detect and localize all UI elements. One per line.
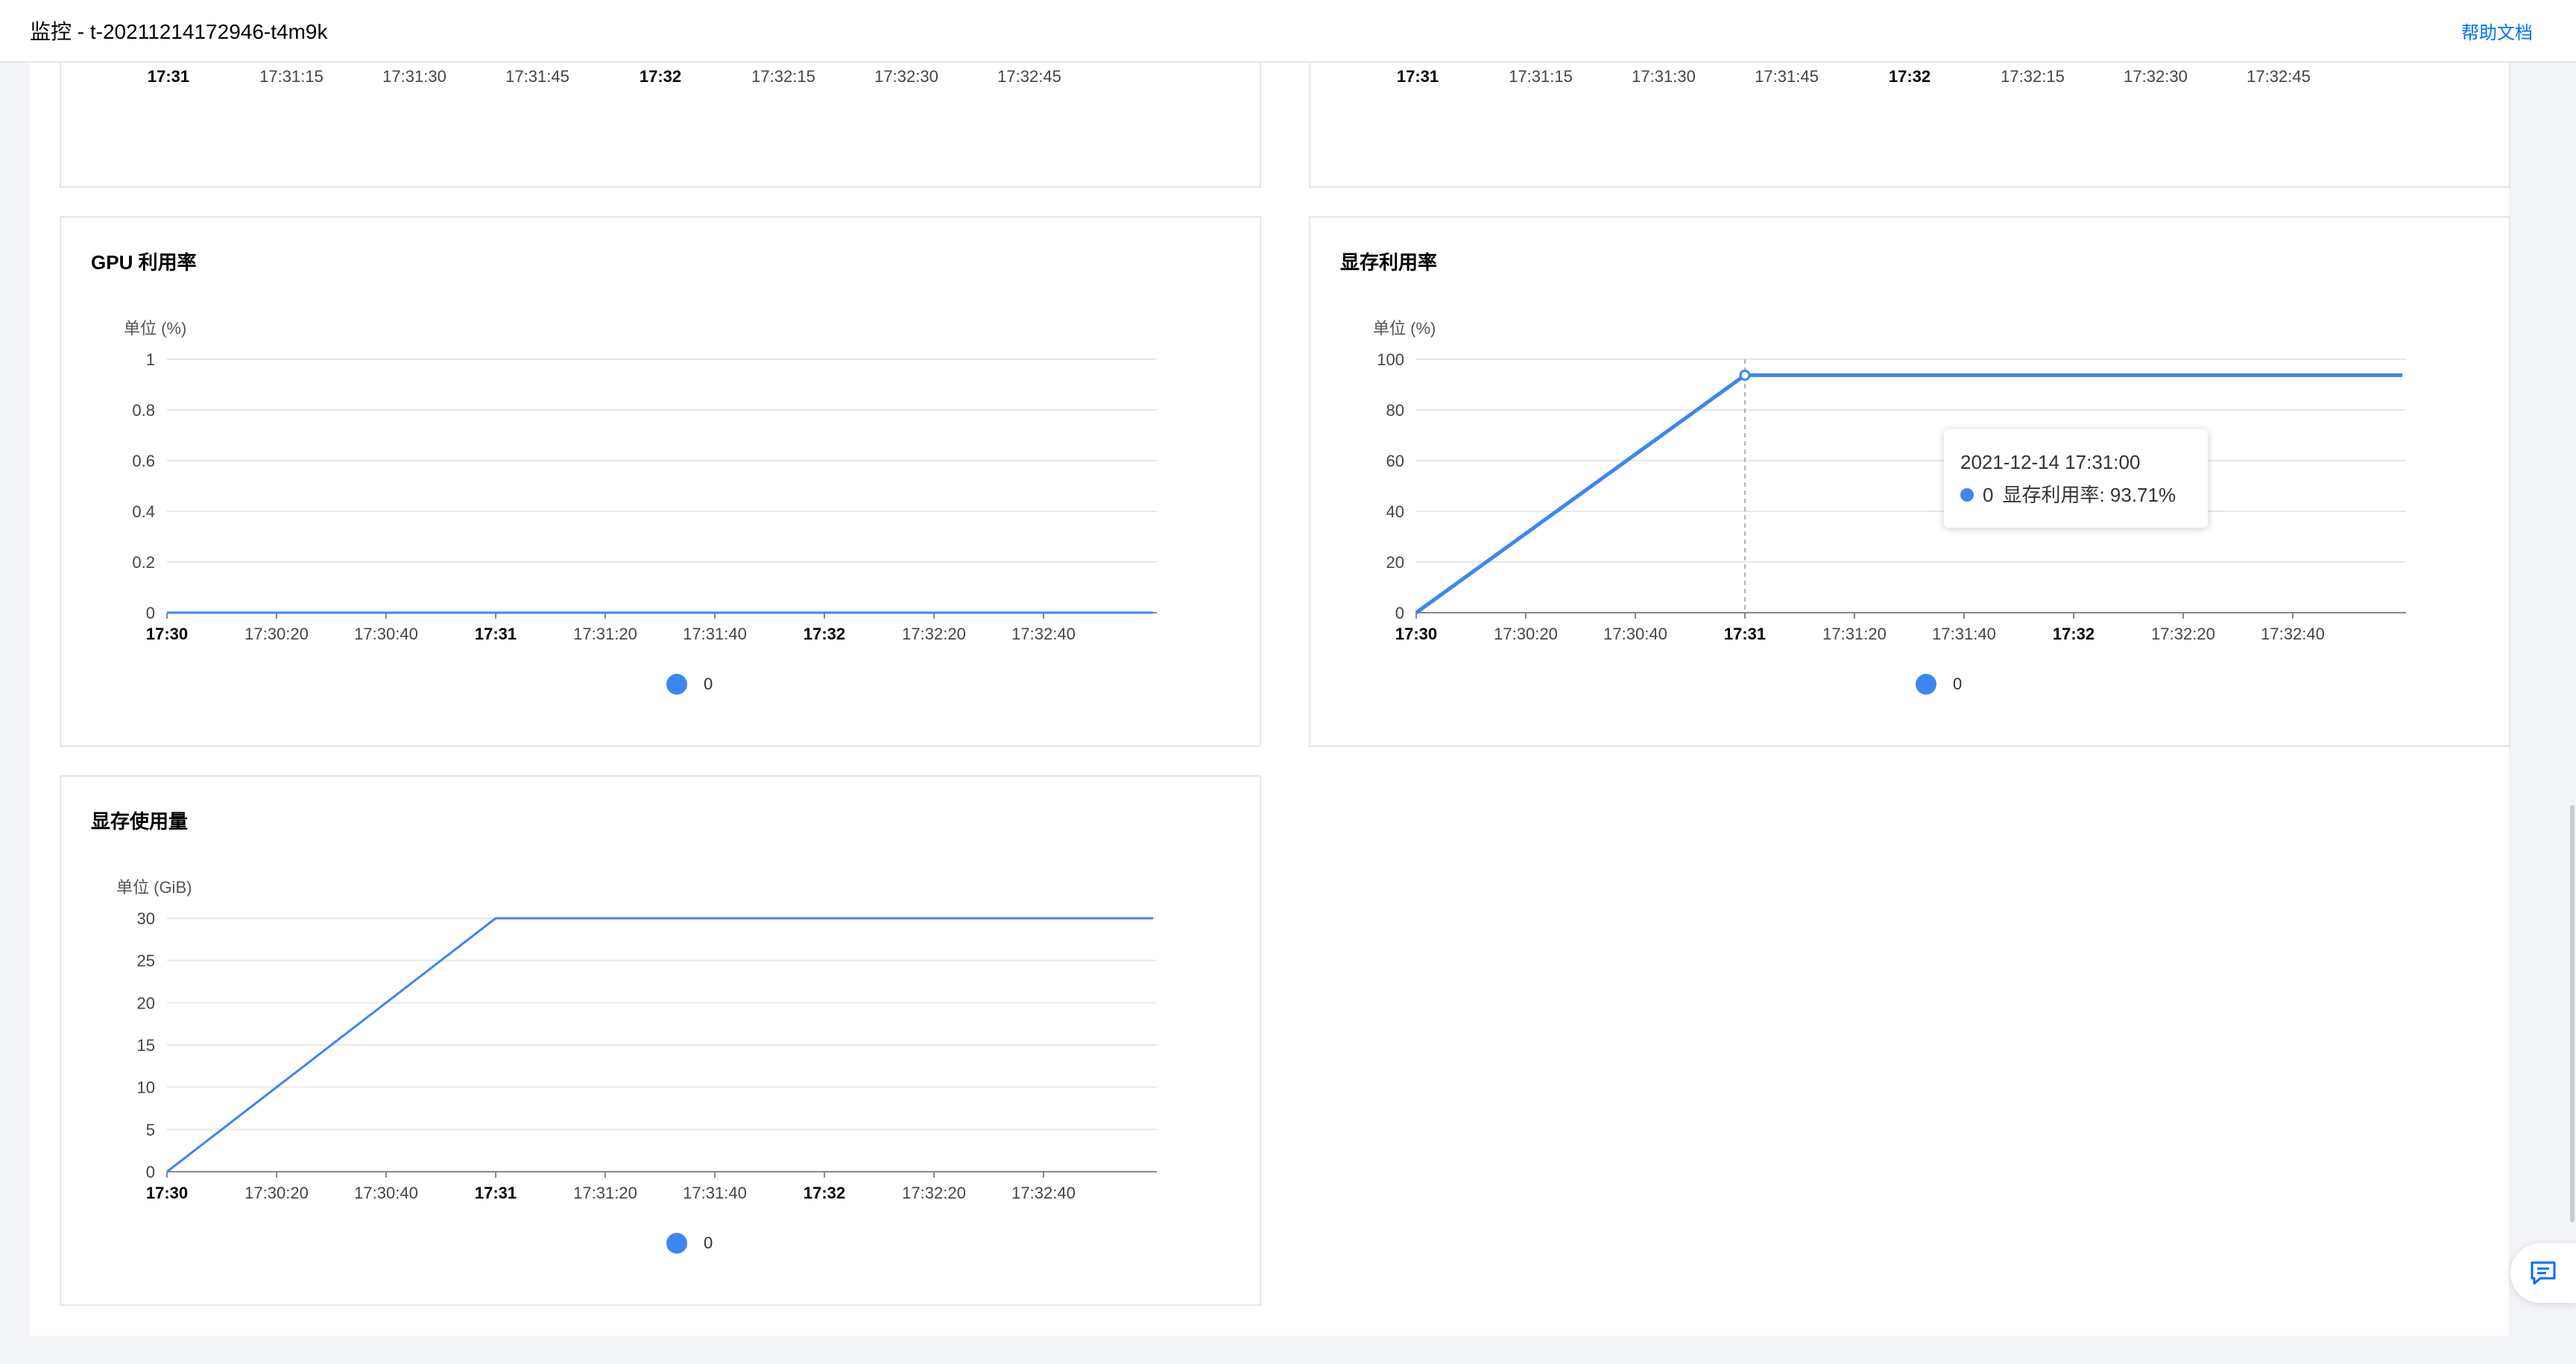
mem-util-card: 显存利用率 单位 (%) 0 20 40 60 80 100 17:30 17:30:20 17:… [1309, 216, 2510, 747]
gpu-util-legend[interactable]: 0 [666, 674, 713, 695]
page-header: 监控 - t-20211214172946-t4m9k 帮助文档 [0, 0, 2576, 63]
page-scrollbar[interactable] [2570, 805, 2575, 1222]
y-tick-label: 15 [137, 1036, 155, 1055]
top-chart-left: 17:31 17:31:15 17:31:30 17:31:45 17:32 17:32:… [60, 45, 1261, 188]
gpu-util-chart[interactable]: 单位 (%) 0 0.2 0.4 0.6 0.8 1 17:30 17:30:20 17:30:4… [61, 218, 1260, 745]
x-tick-label: 17:32 [804, 1184, 845, 1202]
x-tick-label: 17:31:15 [259, 67, 323, 86]
x-tick-label: 17:32 [640, 67, 681, 86]
x-tick-label: 17:32:15 [751, 67, 815, 86]
top-chart-right-axis: 17:31 17:31:15 17:31:30 17:31:45 17:32 17:32:… [1397, 67, 2311, 86]
x-tick-label: 17:32 [1889, 67, 1931, 86]
x-tick-label: 17:31:40 [683, 1184, 747, 1202]
x-tick-label: 17:30:40 [354, 625, 418, 643]
x-tick-label: 17:30:20 [244, 1184, 309, 1202]
y-tick-label: 25 [137, 952, 155, 970]
x-tick-label: 17:31 [148, 67, 189, 86]
x-tick-label: 17:31:40 [683, 625, 747, 643]
y-tick-label: 30 [137, 909, 155, 928]
y-tick-label: 0.8 [132, 401, 155, 420]
x-tick-label: 17:32:40 [2261, 625, 2325, 643]
y-tick-label: 0.2 [132, 553, 155, 572]
x-tick-label: 17:32:20 [902, 625, 966, 643]
x-tick-label: 17:31:45 [1755, 67, 1819, 86]
x-tick-label: 17:32:20 [2151, 625, 2215, 643]
y-tick-label: 0.4 [132, 502, 155, 521]
x-tick-label: 17:32:45 [2247, 67, 2311, 86]
x-tick-label: 17:31 [475, 625, 517, 643]
series-line[interactable] [1415, 373, 2402, 615]
mem-util-legend[interactable]: 0 [1916, 674, 1962, 695]
legend-label: 0 [704, 675, 713, 693]
x-tick-label: 17:30 [1395, 625, 1437, 643]
x-tick-label: 17:30:40 [354, 1184, 418, 1202]
y-tick-label: 0 [1395, 604, 1404, 622]
chart-tooltip: 2021-12-14 17:31:00 0 显存利用率: 93.71% [1944, 429, 2208, 528]
page-title: 监控 - t-20211214172946-t4m9k [30, 20, 328, 43]
x-tick-label: 17:32:45 [997, 67, 1061, 86]
y-tick-label: 0 [146, 604, 155, 622]
x-tick-label: 17:30 [146, 1184, 188, 1202]
y-tick-label: 60 [1386, 452, 1404, 470]
tooltip-time: 2021-12-14 17:31:00 [1960, 451, 2141, 473]
y-axis-unit: 单位 (%) [124, 319, 186, 338]
mem-usage-chart[interactable]: 单位 (GiB) 0 5 10 15 20 25 30 17:30 17:30:20 17:30:4… [61, 777, 1260, 1304]
x-tick-label: 17:31:40 [1932, 625, 1996, 643]
y-tick-label: 40 [1386, 502, 1404, 521]
x-tick-label: 17:30:20 [1494, 625, 1558, 643]
x-tick-label: 17:32 [2053, 625, 2094, 643]
x-tick-label: 17:31:20 [573, 625, 637, 643]
x-tick-label: 17:32:40 [1011, 625, 1076, 643]
legend-dot-icon [666, 674, 687, 695]
legend-dot-icon [1916, 674, 1936, 695]
top-chart-right: 17:31 17:31:15 17:31:30 17:31:45 17:32 17:32:… [1309, 45, 2510, 188]
tooltip-value: 显存利用率: 93.71% [2002, 484, 2176, 506]
y-tick-label: 1 [146, 350, 155, 369]
mem-usage-card: 显存使用量 单位 (GiB) 0 5 10 15 20 25 30 17:30 17:30:20 1… [60, 775, 1261, 1306]
gpu-util-card: GPU 利用率 单位 (%) 0 0.2 0.4 0.6 0.8 1 17:30 17:30:2… [60, 216, 1261, 747]
mem-util-chart[interactable]: 单位 (%) 0 20 40 60 80 100 17:30 17:30:20 17:30:40 1… [1310, 218, 2509, 745]
y-tick-label: 20 [1386, 553, 1404, 572]
x-tick-label: 17:32:20 [902, 1184, 966, 1202]
x-tick-label: 17:32 [804, 625, 845, 643]
y-tick-label: 5 [146, 1120, 155, 1139]
help-docs-link[interactable]: 帮助文档 [2461, 18, 2533, 44]
top-chart-left-axis: 17:31 17:31:15 17:31:30 17:31:45 17:32 17:32:… [148, 67, 1061, 86]
y-tick-label: 0.6 [132, 452, 155, 470]
x-tick-label: 17:30 [146, 625, 188, 643]
x-tick-label: 17:31:30 [1632, 67, 1696, 86]
x-tick-label: 17:31:15 [1509, 67, 1573, 86]
content-area: 17:31 17:31:15 17:31:30 17:31:45 17:32 17:32:… [30, 0, 2510, 1336]
y-tick-label: 20 [137, 994, 155, 1012]
x-tick-label: 17:32:30 [874, 67, 938, 86]
x-tick-label: 17:30:40 [1603, 625, 1667, 643]
legend-label: 0 [1953, 675, 1963, 693]
y-tick-label: 0 [146, 1163, 155, 1181]
y-tick-label: 100 [1377, 350, 1404, 369]
tooltip-series: 0 [1983, 484, 1994, 506]
x-tick-label: 17:31:45 [505, 67, 569, 86]
x-tick-label: 17:31:20 [573, 1184, 637, 1202]
y-axis-unit: 单位 (GiB) [116, 878, 192, 897]
feedback-icon [2531, 1261, 2556, 1285]
x-tick-label: 17:32:40 [1011, 1184, 1076, 1202]
x-tick-label: 17:30:20 [244, 625, 309, 643]
feedback-button[interactable] [2510, 1243, 2576, 1303]
y-tick-label: 10 [137, 1079, 155, 1097]
y-axis-unit: 单位 (%) [1373, 319, 1436, 338]
hover-point [1739, 369, 1751, 381]
tooltip-dot-icon [1960, 488, 1974, 502]
legend-dot-icon [666, 1233, 687, 1254]
x-tick-label: 17:31:30 [382, 67, 446, 86]
x-tick-label: 17:31 [475, 1184, 517, 1202]
legend-label: 0 [704, 1234, 713, 1252]
x-tick-label: 17:32:30 [2124, 67, 2188, 86]
y-tick-label: 80 [1386, 401, 1404, 420]
mem-usage-legend[interactable]: 0 [666, 1233, 713, 1254]
x-tick-label: 17:31 [1724, 625, 1766, 643]
x-tick-label: 17:31 [1397, 67, 1439, 86]
x-tick-label: 17:32:15 [2001, 67, 2065, 86]
tooltip-row: 0 显存利用率: 93.71% [1960, 479, 2191, 511]
x-tick-label: 17:31:20 [1822, 625, 1887, 643]
